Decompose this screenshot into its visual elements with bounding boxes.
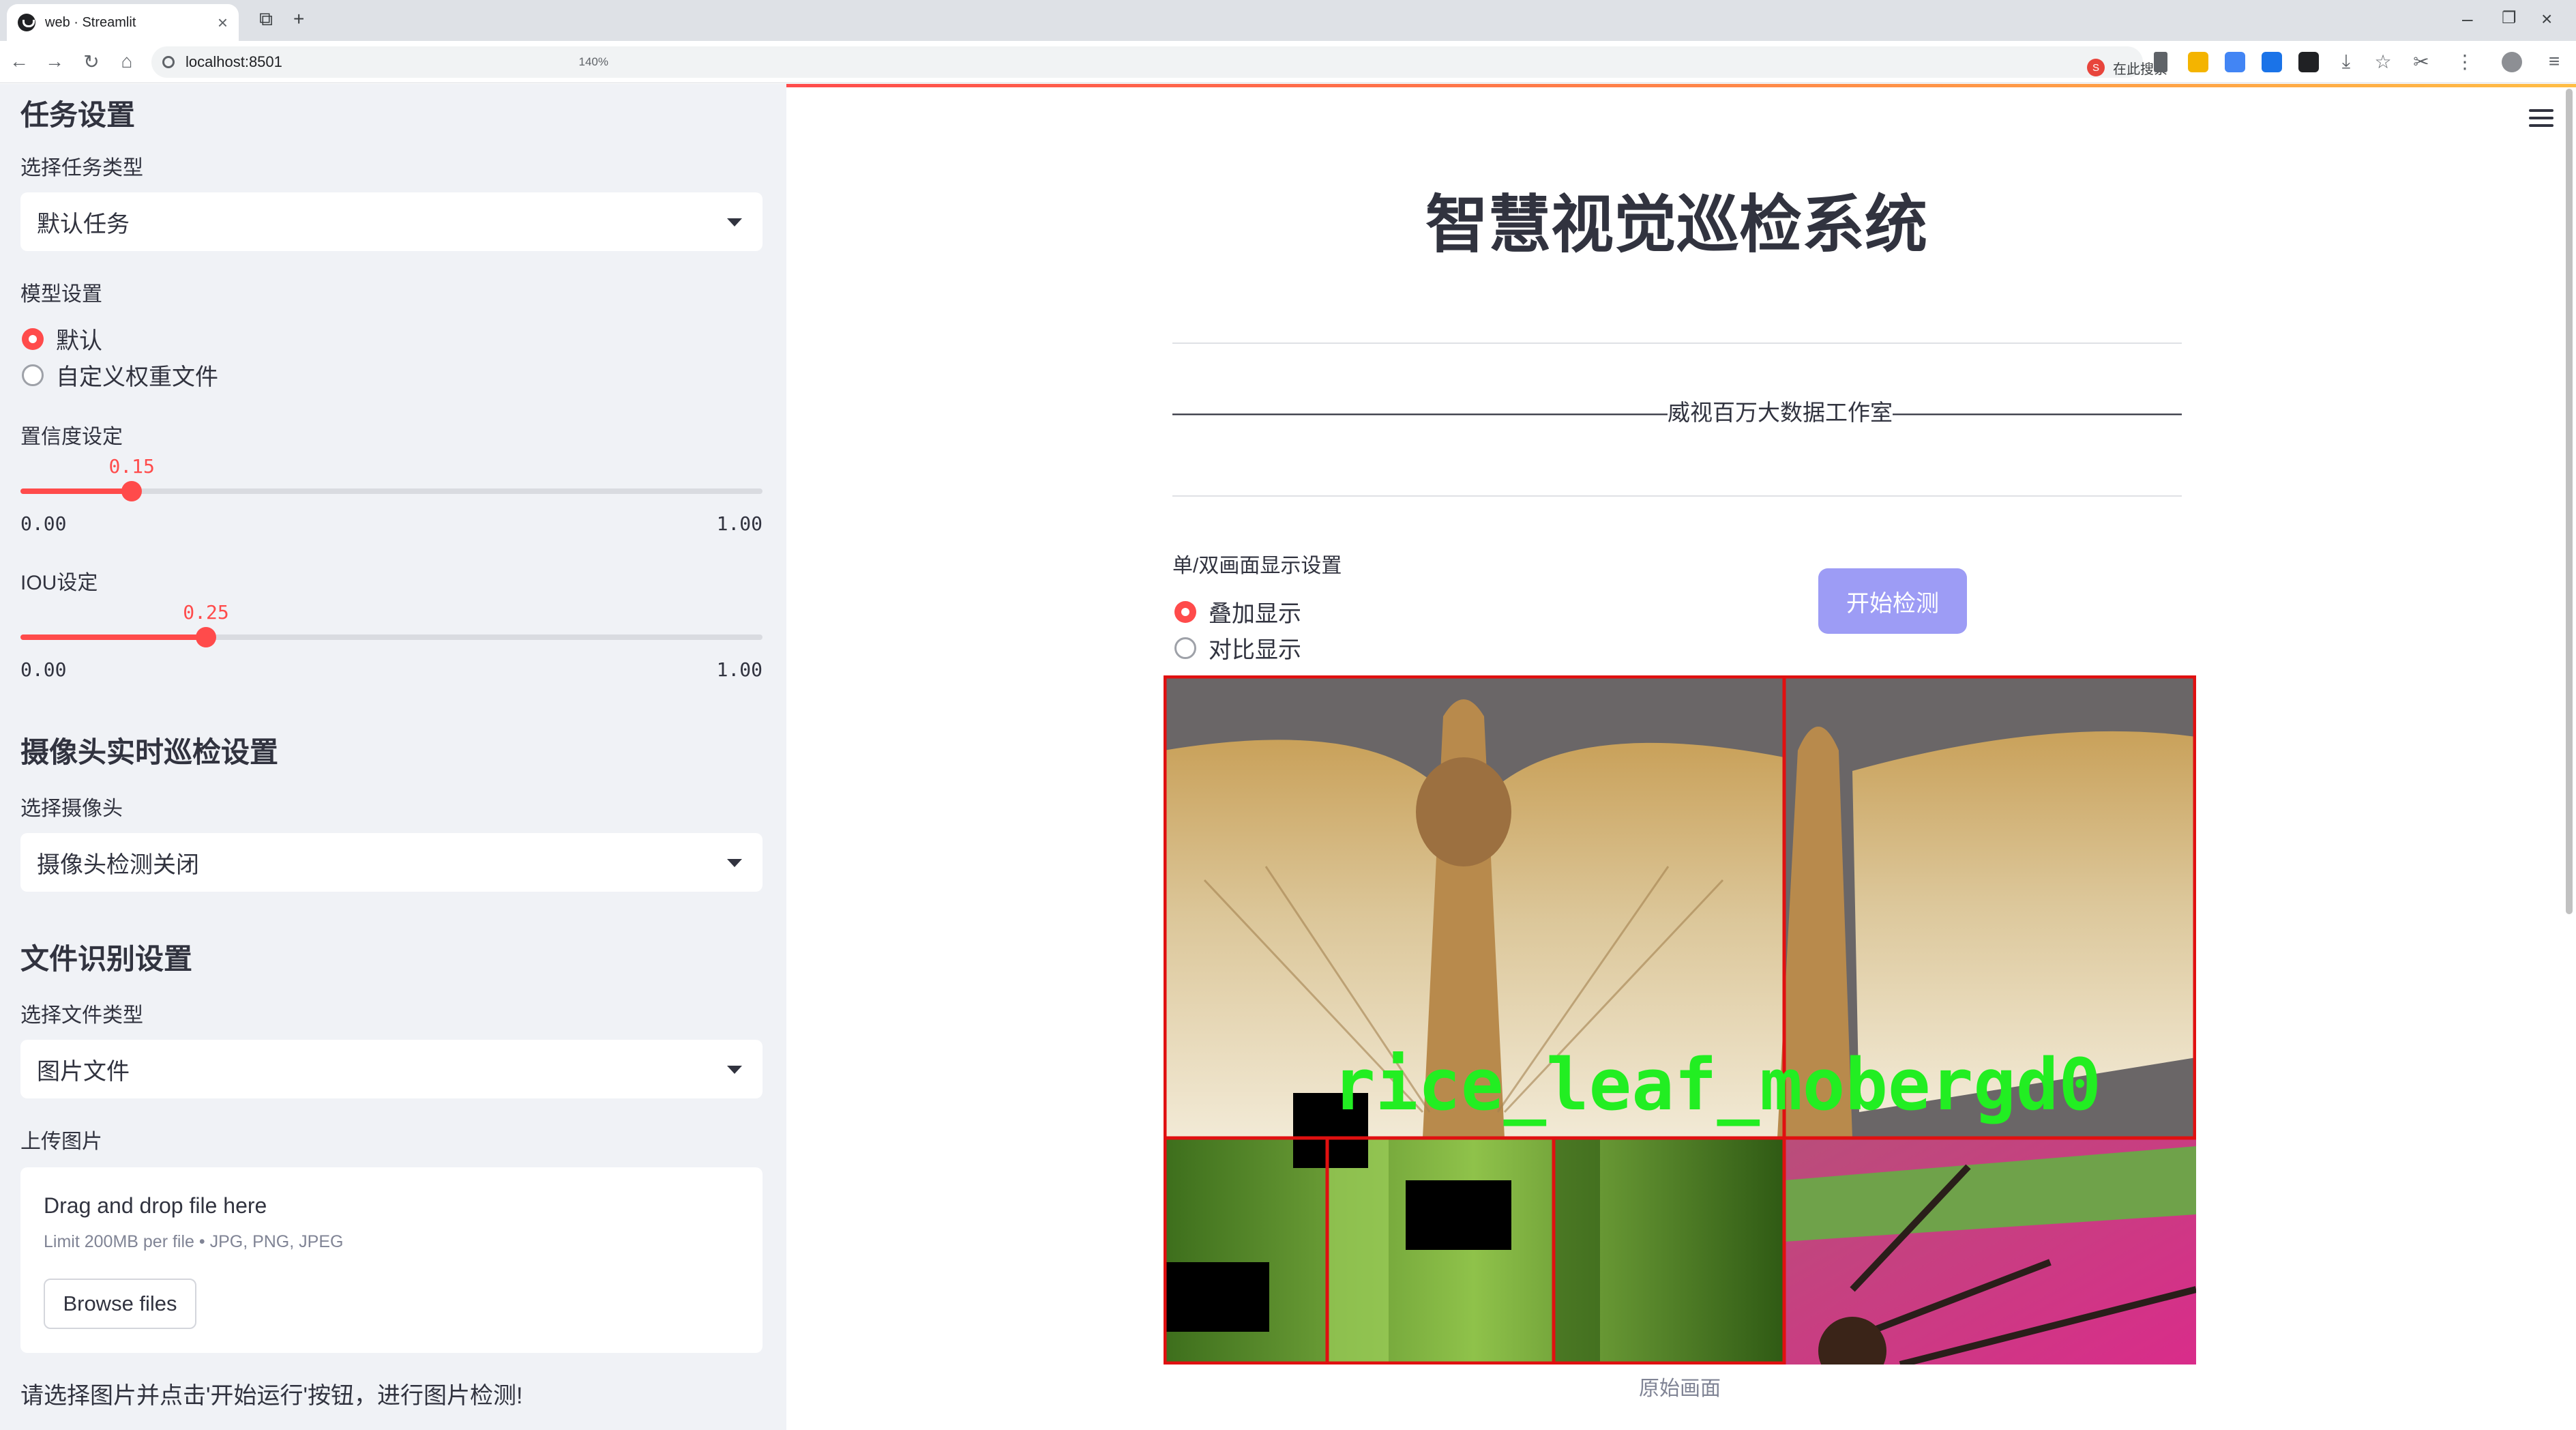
task-section-title: 任务设置 — [20, 99, 136, 131]
browser-address-bar: ← → ↻ ⌂ localhost:8501 140% S 在此搜索 ⤓ ☆ ✂… — [0, 41, 2576, 83]
url-text: localhost:8501 — [186, 53, 282, 70]
sidebar-note: 请选择图片并点击'开始运行'按钮，进行图片检测! — [20, 1383, 523, 1409]
download-icon[interactable]: ⤓ — [2333, 50, 2360, 73]
radio-unselected-icon — [1174, 637, 1196, 659]
dropzone-title: Drag and drop file here — [44, 1193, 267, 1218]
model-option-label: 默认 — [56, 328, 102, 354]
divider — [1172, 495, 2182, 497]
site-info-icon[interactable] — [162, 56, 175, 68]
camera-label: 选择摄像头 — [20, 798, 123, 820]
restore-icon[interactable]: ❐ — [2502, 8, 2517, 28]
confidence-slider[interactable] — [20, 481, 763, 501]
iou-slider[interactable] — [20, 627, 763, 647]
tab-close-icon[interactable]: × — [218, 12, 228, 33]
new-tab-icon[interactable]: + — [293, 8, 304, 30]
reload-icon[interactable]: ↻ — [78, 50, 105, 73]
window-close-icon[interactable]: × — [2541, 8, 2552, 30]
upload-label: 上传图片 — [20, 1130, 102, 1153]
url-field[interactable]: localhost:8501 140% S 在此搜索 — [151, 46, 2167, 78]
back-icon[interactable]: ← — [5, 50, 33, 72]
extension-icon[interactable] — [2188, 52, 2208, 72]
dropzone-limit: Limit 200MB per file • JPG, PNG, JPEG — [44, 1232, 344, 1251]
confidence-value: 0.15 — [108, 455, 155, 478]
display-option-label: 对比显示 — [1209, 637, 1301, 663]
subtitle: ——————————————————————威视百万大数据工作室————————… — [1172, 400, 2182, 425]
model-option-label: 自定义权重文件 — [56, 364, 218, 390]
chevron-down-icon — [727, 1066, 742, 1074]
bookmark-star-icon[interactable]: ☆ — [2369, 50, 2397, 73]
file-dropzone[interactable]: Drag and drop file here Limit 200MB per … — [20, 1167, 763, 1353]
camera-select[interactable]: 摄像头检测关闭 — [20, 833, 763, 892]
radio-selected-icon — [1174, 600, 1196, 623]
task-type-value: 默认任务 — [37, 211, 130, 237]
mobile-icon[interactable] — [2154, 52, 2167, 72]
confidence-max: 1.00 — [716, 512, 763, 535]
file-type-label: 选择文件类型 — [20, 1004, 143, 1027]
model-label: 模型设置 — [20, 283, 102, 306]
confidence-label: 置信度设定 — [20, 426, 123, 448]
confidence-min: 0.00 — [20, 512, 67, 535]
tab-title: web · Streamlit — [45, 14, 136, 30]
detection-image-svg: rice_leaf_mobergd0 — [1164, 675, 2196, 1365]
slider-fill — [20, 488, 132, 494]
task-type-label: 选择任务类型 — [20, 157, 143, 179]
chevron-down-icon — [727, 218, 742, 227]
home-icon[interactable]: ⌂ — [113, 50, 140, 72]
iou-min: 0.00 — [20, 658, 67, 681]
iou-value: 0.25 — [183, 601, 229, 624]
image-caption: 原始画面 — [1639, 1377, 1721, 1400]
streamlit-header-decoration — [786, 84, 2576, 87]
browse-files-button[interactable]: Browse files — [44, 1279, 196, 1329]
iou-max: 1.00 — [716, 658, 763, 681]
camera-section-title: 摄像头实时巡检设置 — [20, 736, 279, 768]
extension-icon[interactable] — [2225, 52, 2245, 72]
detection-image: rice_leaf_mobergd0 — [1164, 675, 2196, 1365]
tab-grid-icon[interactable]: ⧉ — [259, 8, 273, 31]
radio-unselected-icon — [22, 364, 44, 386]
extension-icon[interactable] — [2298, 52, 2319, 72]
slider-thumb[interactable] — [121, 481, 143, 501]
browser-tab[interactable]: web · Streamlit × — [7, 4, 239, 41]
file-section-title: 文件识别设置 — [20, 943, 193, 975]
divider — [1172, 342, 2182, 344]
browser-tab-bar: web · Streamlit × ⧉ + – ❐ × — [0, 0, 2576, 41]
search-engine-icon: S — [2087, 59, 2105, 76]
start-detection-button[interactable]: 开始检测 — [1818, 568, 1967, 634]
streamlit-favicon-icon — [18, 14, 35, 31]
chevron-down-icon — [727, 859, 742, 867]
display-option-label: 叠加显示 — [1209, 601, 1301, 627]
minimize-icon[interactable]: – — [2462, 8, 2473, 30]
file-type-value: 图片文件 — [37, 1058, 130, 1085]
zoom-level[interactable]: 140% — [579, 55, 608, 69]
forward-icon[interactable]: → — [41, 50, 68, 72]
file-type-select[interactable]: 图片文件 — [20, 1040, 763, 1098]
task-type-select[interactable]: 默认任务 — [20, 192, 763, 251]
detection-label: rice_leaf_mobergd0 — [1333, 1043, 2101, 1126]
hamburger-menu-icon[interactable] — [2529, 109, 2553, 128]
slider-fill — [20, 634, 206, 640]
avatar[interactable] — [2502, 52, 2522, 72]
browser-menu-icon[interactable]: ≡ — [2541, 50, 2568, 72]
slider-thumb[interactable] — [196, 627, 216, 647]
model-radio-custom[interactable]: 自定义权重文件 — [22, 358, 218, 392]
iou-label: IOU设定 — [20, 572, 98, 594]
display-radio-overlay[interactable]: 叠加显示 — [1174, 595, 1301, 628]
more-options-icon[interactable]: ⋮ — [2451, 50, 2478, 73]
translate-icon[interactable] — [2262, 52, 2282, 72]
camera-value: 摄像头检测关闭 — [37, 851, 199, 878]
model-radio-default[interactable]: 默认 — [22, 322, 102, 355]
scrollbar[interactable] — [2566, 89, 2573, 914]
page-title: 智慧视觉巡检系统 — [1425, 188, 1927, 261]
radio-selected-icon — [22, 327, 44, 350]
display-radio-compare[interactable]: 对比显示 — [1174, 631, 1301, 665]
display-mode-label: 单/双画面显示设置 — [1172, 555, 1342, 577]
screenshot-icon[interactable]: ✂ — [2408, 50, 2435, 73]
